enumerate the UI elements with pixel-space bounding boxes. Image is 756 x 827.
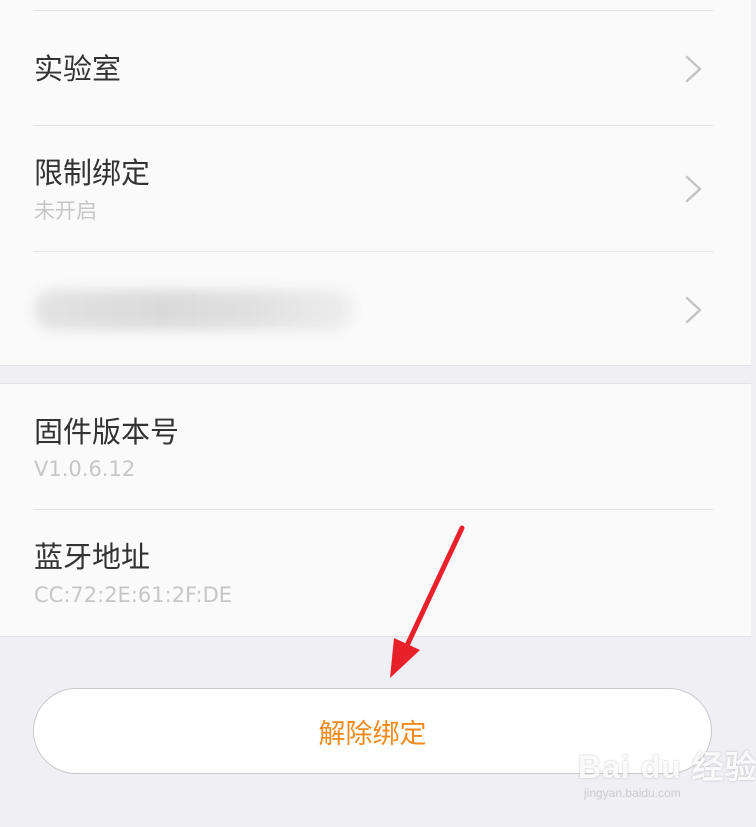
firmware-version-value: V1.0.6.12 — [34, 457, 136, 481]
settings-card: 实验室 限制绑定 未开启 — [0, 0, 751, 366]
row-lab[interactable]: 实验室 — [0, 11, 751, 125]
row-bluetooth-address: 蓝牙地址 CC:72:2E:61:2F:DE — [0, 510, 751, 636]
device-settings-screen: 实验室 限制绑定 未开启 固件版本号 V1.0.6.12 蓝牙地址 CC:72:… — [0, 0, 756, 827]
row-firmware-version: 固件版本号 V1.0.6.12 — [0, 384, 751, 510]
row-restrict-binding[interactable]: 限制绑定 未开启 — [0, 126, 751, 251]
blurred-content — [34, 290, 354, 330]
row-restrict-binding-title: 限制绑定 — [34, 156, 151, 190]
firmware-version-label: 固件版本号 — [34, 415, 180, 449]
chevron-right-icon — [685, 175, 702, 203]
bluetooth-address-value: CC:72:2E:61:2F:DE — [34, 583, 233, 607]
row-restrict-binding-status: 未开启 — [34, 199, 97, 223]
row-lab-title: 实验室 — [34, 52, 122, 86]
chevron-right-icon — [685, 296, 702, 324]
device-info-card: 固件版本号 V1.0.6.12 蓝牙地址 CC:72:2E:61:2F:DE — [0, 383, 751, 637]
unbind-button[interactable]: 解除绑定 — [33, 688, 712, 774]
chevron-right-icon — [685, 55, 702, 83]
watermark-url: jingyan.baidu.com — [584, 786, 681, 800]
bluetooth-address-label: 蓝牙地址 — [34, 540, 151, 574]
